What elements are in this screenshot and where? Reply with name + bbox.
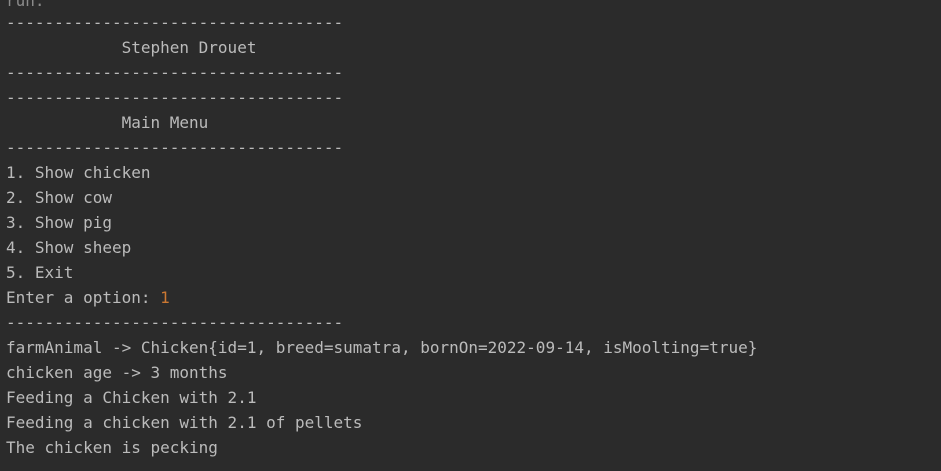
menu-option-sheep: 4. Show sheep — [6, 238, 132, 257]
option-prompt: Enter a option: — [6, 288, 161, 307]
menu-option-exit: 5. Exit — [6, 263, 74, 282]
feeding-output: Feeding a Chicken with 2.1 — [6, 388, 257, 407]
separator-line: ----------------------------------- — [6, 13, 344, 32]
menu-option-pig: 3. Show pig — [6, 213, 112, 232]
menu-title: Main Menu — [6, 113, 209, 132]
pecking-output: The chicken is pecking — [6, 438, 218, 457]
separator-line: ----------------------------------- — [6, 138, 344, 157]
menu-option-cow: 2. Show cow — [6, 188, 112, 207]
separator-line: ----------------------------------- — [6, 63, 344, 82]
separator-line: ----------------------------------- — [6, 313, 344, 332]
menu-option-chicken: 1. Show chicken — [6, 163, 151, 182]
feeding-pellets-output: Feeding a chicken with 2.1 of pellets — [6, 413, 363, 432]
separator-line: ----------------------------------- — [6, 88, 344, 107]
option-prompt-line: Enter a option: 1 — [6, 285, 170, 310]
chicken-age-output: chicken age -> 3 months — [6, 363, 228, 382]
user-input-value: 1 — [160, 288, 170, 307]
console-output[interactable]: run: -----------------------------------… — [0, 0, 941, 471]
author-name: Stephen Drouet — [6, 38, 257, 57]
farm-animal-output: farmAnimal -> Chicken{id=1, breed=sumatr… — [6, 338, 758, 357]
